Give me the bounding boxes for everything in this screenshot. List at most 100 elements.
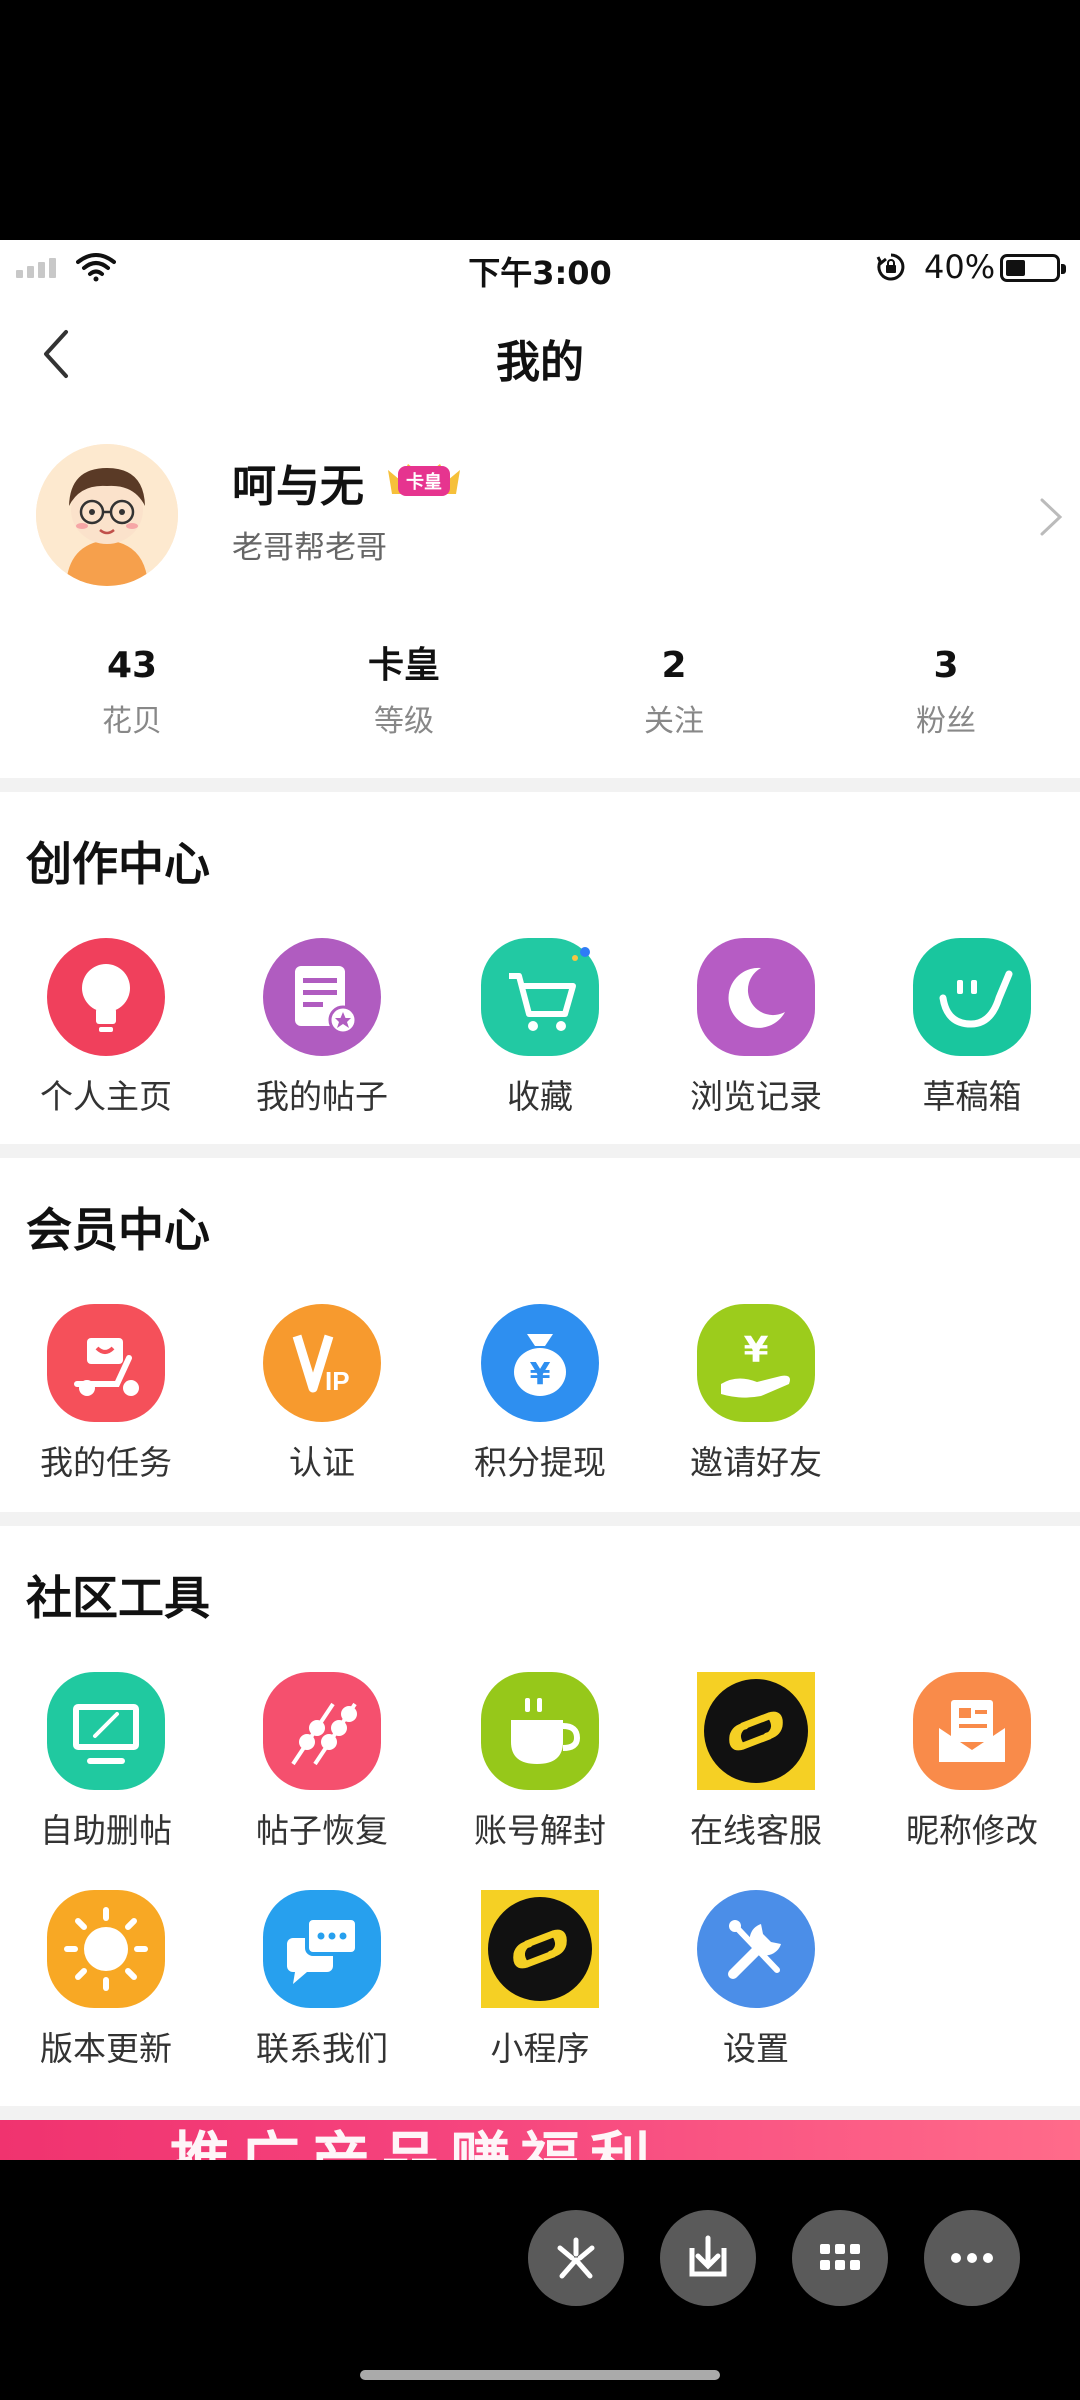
grid-icon	[820, 2244, 860, 2270]
svg-text:¥: ¥	[743, 1330, 768, 1371]
battery-fill	[1006, 260, 1025, 276]
level-badge: 卡皇	[398, 466, 450, 496]
download-button[interactable]	[660, 2210, 756, 2306]
grid-item-my-posts[interactable]: 我的帖子	[222, 938, 422, 1118]
grid-item-self-delete[interactable]: 自助删帖	[6, 1672, 206, 1852]
bottom-overlay	[0, 2160, 1080, 2400]
stat-huabei[interactable]: 43 花贝	[32, 640, 232, 740]
more-button[interactable]	[924, 2210, 1020, 2306]
grid-item-verification[interactable]: IP 认证	[222, 1304, 422, 1484]
divider	[0, 1144, 1080, 1158]
lightbulb-icon	[47, 938, 165, 1056]
grid-item-nickname-edit[interactable]: 昵称修改	[872, 1672, 1072, 1852]
section-title: 会员中心	[26, 1203, 210, 1257]
grid-item-contact-us[interactable]: 联系我们	[222, 1890, 422, 2070]
section-title: 社区工具	[26, 1571, 210, 1625]
stats-row: 43 花贝 卡皇 等级 2 关注 3 粉丝	[0, 640, 1080, 750]
cup-icon	[481, 1672, 599, 1790]
yen-hand-icon: ¥	[697, 1304, 815, 1422]
grid-item-settings[interactable]: 设置	[656, 1890, 856, 2070]
svg-text:IP: IP	[325, 1366, 350, 1396]
stat-value: 卡皇	[367, 645, 440, 686]
home-indicator[interactable]	[360, 2370, 720, 2380]
money-bag-icon: ¥	[481, 1304, 599, 1422]
section-title: 创作中心	[26, 837, 210, 891]
divider	[0, 2106, 1080, 2120]
grid-label: 在线客服	[690, 1811, 822, 1850]
avatar[interactable]	[36, 444, 178, 586]
stat-label: 关注	[644, 704, 704, 739]
vip-icon: IP	[263, 1304, 381, 1422]
page-title: 我的	[496, 337, 584, 388]
banner-text: 推广产品赚福利	[170, 2120, 660, 2160]
grid-item-my-tasks[interactable]: 我的任务	[6, 1304, 206, 1484]
scooter-icon	[47, 1304, 165, 1422]
stat-label: 等级	[374, 704, 434, 739]
battery-percent: 40%	[924, 248, 996, 286]
stat-followers[interactable]: 3 粉丝	[846, 640, 1046, 740]
grid-item-points-withdraw[interactable]: ¥ 积分提现	[440, 1304, 640, 1484]
grid-item-post-restore[interactable]: 帖子恢复	[222, 1672, 422, 1852]
moon-icon	[697, 938, 815, 1056]
grid-item-homepage[interactable]: 个人主页	[6, 938, 206, 1118]
grid-label: 设置	[723, 2029, 789, 2068]
mini-program-icon	[697, 1672, 815, 1790]
grid-item-version-update[interactable]: 版本更新	[6, 1890, 206, 2070]
community-tools-section: 社区工具 自助删帖 帖子恢复 账号解封 在线客服 昵称修改 版本更新 联系我们 …	[0, 1526, 1080, 2106]
grid-item-account-unban[interactable]: 账号解封	[440, 1672, 640, 1852]
cart-icon	[481, 938, 599, 1056]
grid-label: 浏览记录	[690, 1077, 822, 1116]
scissors-button[interactable]	[528, 2210, 624, 2306]
grid-label: 个人主页	[40, 1077, 172, 1116]
nav-bar: 我的	[0, 290, 1080, 410]
mail-icon	[913, 1672, 1031, 1790]
stat-label: 花贝	[102, 704, 162, 739]
grid-menu-button[interactable]	[792, 2210, 888, 2306]
profile-bio: 老哥帮老哥	[232, 530, 387, 566]
mini-program-icon	[481, 1890, 599, 2008]
svg-text:¥: ¥	[530, 1357, 551, 1392]
grid-label: 联系我们	[256, 2029, 388, 2068]
grid-label: 帖子恢复	[256, 1811, 388, 1850]
promo-banner[interactable]: 推广产品赚福利	[0, 2120, 1080, 2160]
grid-label: 认证	[289, 1443, 355, 1482]
scissors-icon	[557, 2237, 595, 2279]
grid-label: 积分提现	[474, 1443, 606, 1482]
grid-label: 账号解封	[474, 1811, 606, 1850]
stat-following[interactable]: 2 关注	[574, 640, 774, 740]
grid-item-online-support[interactable]: 在线客服	[656, 1672, 856, 1852]
download-icon	[689, 2235, 727, 2277]
chat-icon	[263, 1890, 381, 2008]
grid-item-mini-program[interactable]: 小程序	[440, 1890, 640, 2070]
stat-value: 3	[933, 645, 959, 686]
grid-item-invite-friends[interactable]: ¥ 邀请好友	[656, 1304, 856, 1484]
stat-value: 2	[661, 645, 687, 686]
profile-card[interactable]: 呵与无 卡皇 老哥帮老哥	[0, 430, 1080, 620]
draft-icon	[913, 938, 1031, 1056]
grid-label: 我的帖子	[256, 1077, 388, 1116]
stat-value: 43	[106, 645, 158, 686]
grid-label: 收藏	[507, 1077, 573, 1116]
grid-label: 自助删帖	[40, 1811, 172, 1850]
grid-label: 小程序	[490, 2029, 590, 2068]
username: 呵与无	[232, 461, 364, 512]
grid-item-favorites[interactable]: 收藏	[440, 938, 640, 1118]
wrench-icon	[697, 1890, 815, 2008]
member-center-section: 会员中心 我的任务 IP 认证 ¥ 积分提现 ¥ 邀请好友	[0, 1158, 1080, 1498]
app-screen: 下午3:00 40% 我的 呵与无 卡皇 老哥帮老哥 43 花贝 卡皇 等级 2…	[0, 240, 1080, 2160]
grid-item-history[interactable]: 浏览记录	[656, 938, 856, 1118]
divider	[0, 1512, 1080, 1526]
status-time: 下午3:00	[468, 254, 612, 292]
more-icon	[951, 2253, 993, 2263]
grid-label: 我的任务	[40, 1443, 172, 1482]
divider	[0, 778, 1080, 792]
stat-level[interactable]: 卡皇 等级	[304, 640, 504, 740]
grid-label: 版本更新	[40, 2029, 172, 2068]
chevron-right-icon	[1040, 498, 1063, 536]
top-letterbox	[0, 0, 1080, 240]
monitor-pen-icon	[47, 1672, 165, 1790]
skewer-icon	[263, 1672, 381, 1790]
battery-icon	[1000, 254, 1066, 282]
status-bar: 下午3:00 40%	[0, 240, 1080, 292]
grid-item-drafts[interactable]: 草稿箱	[872, 938, 1072, 1118]
